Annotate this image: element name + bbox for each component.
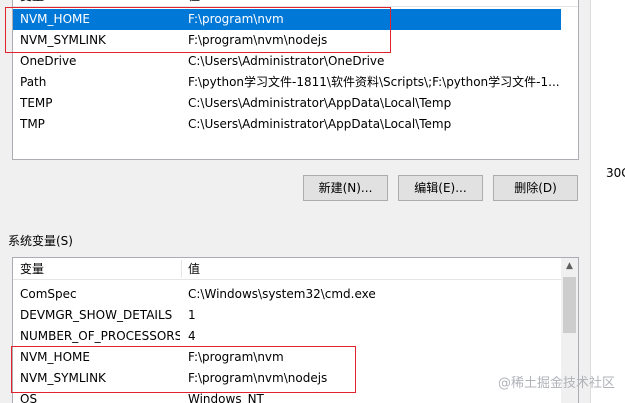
background-window-fragment: 30G (590, 0, 625, 403)
system-col-value-header[interactable]: 值 (188, 258, 563, 280)
system-var-row-comspec[interactable]: ComSpec C:\Windows\system32\cmd.exe (13, 284, 561, 305)
var-value: F:\program\nvm (188, 12, 284, 26)
system-variables-list[interactable]: 变量 值 ComSpec C:\Windows\system32\cmd.exe… (12, 257, 579, 403)
var-value: C:\Users\Administrator\OneDrive (188, 54, 385, 68)
var-name: TEMP (20, 96, 53, 110)
var-name: OS (20, 392, 38, 403)
var-value: 4 (188, 329, 196, 343)
var-name: DEVMGR_SHOW_DETAILS (20, 308, 173, 322)
var-name: NVM_SYMLINK (20, 371, 106, 385)
system-var-row-devmgr[interactable]: DEVMGR_SHOW_DETAILS 1 (13, 305, 561, 326)
system-variables-label: 系统变量(S) (8, 234, 73, 248)
system-var-row-os[interactable]: OS Windows_NT (13, 389, 561, 403)
edit-button[interactable]: 编辑(E)... (398, 175, 483, 201)
scroll-thumb[interactable] (563, 277, 576, 333)
var-name: OneDrive (20, 54, 77, 68)
system-col-name-header[interactable]: 变量 (20, 258, 180, 280)
var-value: C:\Users\Administrator\AppData\Local\Tem… (188, 96, 452, 110)
user-col-value-header[interactable]: 值 (188, 0, 563, 7)
user-var-row-tmp[interactable]: TMP C:\Users\Administrator\AppData\Local… (13, 114, 561, 135)
var-name: Path (20, 75, 47, 89)
system-var-row-nvm-symlink[interactable]: NVM_SYMLINK F:\program\nvm\nodejs (13, 368, 561, 389)
var-value: F:\python学习文件-1811\软件资料\Scripts\;F:\pyth… (188, 75, 560, 89)
var-value: C:\Windows\system32\cmd.exe (188, 287, 376, 301)
var-name: NVM_HOME (20, 350, 90, 364)
user-variables-list[interactable]: 变量 值 NVM_HOME F:\program\nvm NVM_SYMLINK… (12, 0, 579, 160)
system-var-row-processors[interactable]: NUMBER_OF_PROCESSORS 4 (13, 326, 561, 347)
watermark: @稀土掘金技术社区 (497, 376, 615, 391)
var-name: TMP (20, 117, 45, 131)
var-name: NVM_SYMLINK (20, 33, 106, 47)
user-col-name-header[interactable]: 变量 (20, 0, 180, 7)
var-name: NVM_HOME (20, 12, 90, 26)
user-var-row-onedrive[interactable]: OneDrive C:\Users\Administrator\OneDrive (13, 51, 561, 72)
var-value: Windows_NT (188, 392, 264, 403)
user-list-header: 变量 值 (13, 0, 578, 7)
side-text: 30G (606, 166, 625, 180)
system-list-header: 变量 值 (13, 258, 561, 280)
user-var-row-path[interactable]: Path F:\python学习文件-1811\软件资料\Scripts\;F:… (13, 72, 561, 93)
scroll-up-icon[interactable]: ▲ (561, 258, 578, 275)
var-value: 1 (188, 308, 196, 322)
var-name: NUMBER_OF_PROCESSORS (20, 329, 180, 343)
user-var-row-nvm-symlink[interactable]: NVM_SYMLINK F:\program\nvm\nodejs (13, 30, 561, 51)
delete-button[interactable]: 删除(D) (493, 175, 578, 201)
column-separator[interactable] (181, 260, 182, 278)
var-name: ComSpec (20, 287, 77, 301)
var-value: F:\program\nvm\nodejs (188, 33, 328, 47)
system-var-row-nvm-home[interactable]: NVM_HOME F:\program\nvm (13, 347, 561, 368)
new-button[interactable]: 新建(N)... (303, 175, 388, 201)
var-value: C:\Users\Administrator\AppData\Local\Tem… (188, 117, 452, 131)
user-var-row-nvm-home[interactable]: NVM_HOME F:\program\nvm (13, 9, 561, 30)
user-var-row-temp[interactable]: TEMP C:\Users\Administrator\AppData\Loca… (13, 93, 561, 114)
var-value: F:\program\nvm (188, 350, 284, 364)
